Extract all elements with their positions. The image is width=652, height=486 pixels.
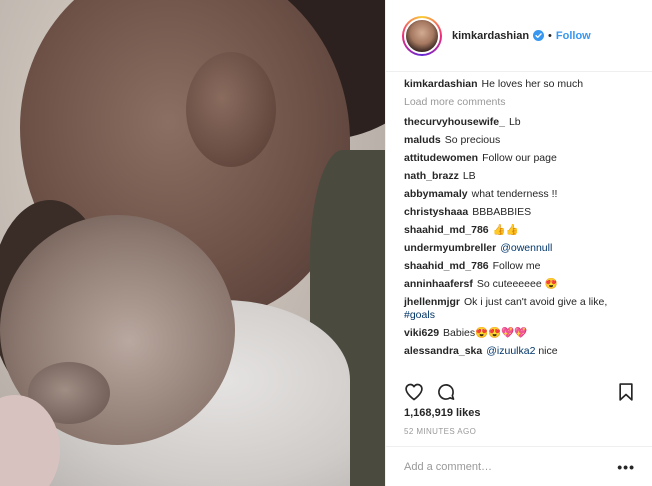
instagram-post: kimkardashian • Follow kimkardashian He l…	[0, 0, 652, 486]
post-actions-bar	[404, 380, 636, 404]
comment-row: maluds So precious	[404, 134, 644, 147]
comment-text: Ok i just can't avoid give a like,	[464, 296, 608, 308]
comment-row: thecurvyhousewife_ Lb	[404, 116, 644, 129]
photo-child-ear	[186, 52, 276, 167]
header-separator: •	[548, 29, 552, 42]
comment-row: nath_brazz LB	[404, 170, 644, 183]
add-comment-input[interactable]	[404, 460, 618, 473]
load-more-comments-button[interactable]: Load more comments	[404, 96, 644, 108]
post-header: kimkardashian • Follow	[386, 0, 652, 72]
caption: kimkardashian He loves her so much	[404, 78, 644, 91]
comment-text: Lb	[508, 116, 521, 128]
comment-username[interactable]: anninhaafersf	[404, 278, 473, 290]
comment-mention[interactable]: @owennull	[500, 242, 552, 254]
add-comment-bar: •••	[386, 446, 652, 486]
avatar[interactable]	[402, 15, 442, 56]
post-side-panel: kimkardashian • Follow kimkardashian He l…	[385, 0, 652, 486]
comment-hashtag[interactable]: #goals	[404, 309, 435, 321]
comment-username[interactable]: thecurvyhousewife_	[404, 116, 505, 128]
verified-badge-icon	[533, 30, 545, 41]
comment-username[interactable]: christyshaaa	[404, 206, 468, 218]
comment-text: LB	[462, 170, 476, 182]
likes-count[interactable]: 1,168,919 likes	[404, 407, 480, 419]
post-photo[interactable]	[0, 0, 385, 486]
comment-text: So cuteeeeee 😍	[476, 278, 558, 290]
bookmark-icon[interactable]	[616, 382, 636, 402]
post-timestamp[interactable]: 52 MINUTES AGO	[404, 427, 476, 436]
comment-row: attitudewomen Follow our page	[404, 152, 644, 165]
comment-username[interactable]: jhellenmjgr	[404, 296, 460, 308]
comment-bubble-icon[interactable]	[436, 382, 456, 402]
comment-row: jhellenmjgr Ok i just can't avoid give a …	[404, 296, 644, 322]
comment-text: BBBABBIES	[472, 206, 532, 218]
comment-row: viki629 Babies😍😍💖💖	[404, 327, 644, 340]
comment-row: christyshaaa BBBABBIES	[404, 206, 644, 219]
comment-username[interactable]: shaahid_md_786	[404, 260, 489, 272]
comment-username[interactable]: undermyumbreller	[404, 242, 496, 254]
comment-row: alessandra_ska @izuulka2 nice	[404, 345, 644, 358]
caption-text: He loves her so much	[481, 78, 584, 90]
comment-username[interactable]: alessandra_ska	[404, 345, 482, 357]
comment-username[interactable]: attitudewomen	[404, 152, 478, 164]
comment-username[interactable]: nath_brazz	[404, 170, 459, 182]
comment-text: 👍👍	[492, 224, 519, 236]
comment-mention[interactable]: @izuulka2	[486, 345, 535, 357]
comment-row: abbymamaly what tenderness !!	[404, 188, 644, 201]
caption-username[interactable]: kimkardashian	[404, 78, 478, 90]
heart-icon[interactable]	[404, 382, 424, 402]
follow-button[interactable]: Follow	[556, 30, 591, 42]
comment-text: So precious	[444, 134, 501, 146]
comments-list: kimkardashian He loves her so much Load m…	[404, 78, 644, 363]
comment-text: Follow me	[492, 260, 541, 272]
comment-username[interactable]: maluds	[404, 134, 441, 146]
comment-row: anninhaafersf So cuteeeeee 😍	[404, 278, 644, 291]
comment-text: what tenderness !!	[471, 188, 558, 200]
comment-username[interactable]: abbymamaly	[404, 188, 468, 200]
comment-text: Babies😍😍💖💖	[443, 327, 528, 339]
comment-text: nice	[535, 345, 558, 357]
comment-username[interactable]: shaahid_md_786	[404, 224, 489, 236]
comment-username[interactable]: viki629	[404, 327, 439, 339]
header-username[interactable]: kimkardashian	[452, 30, 529, 42]
comment-text: Follow our page	[482, 152, 557, 164]
more-options-icon[interactable]: •••	[617, 459, 635, 475]
avatar-image	[404, 17, 440, 54]
comment-row: shaahid_md_786 Follow me	[404, 260, 644, 273]
comment-row: undermyumbreller @owennull	[404, 242, 644, 255]
comment-row: shaahid_md_786 👍👍	[404, 224, 644, 237]
